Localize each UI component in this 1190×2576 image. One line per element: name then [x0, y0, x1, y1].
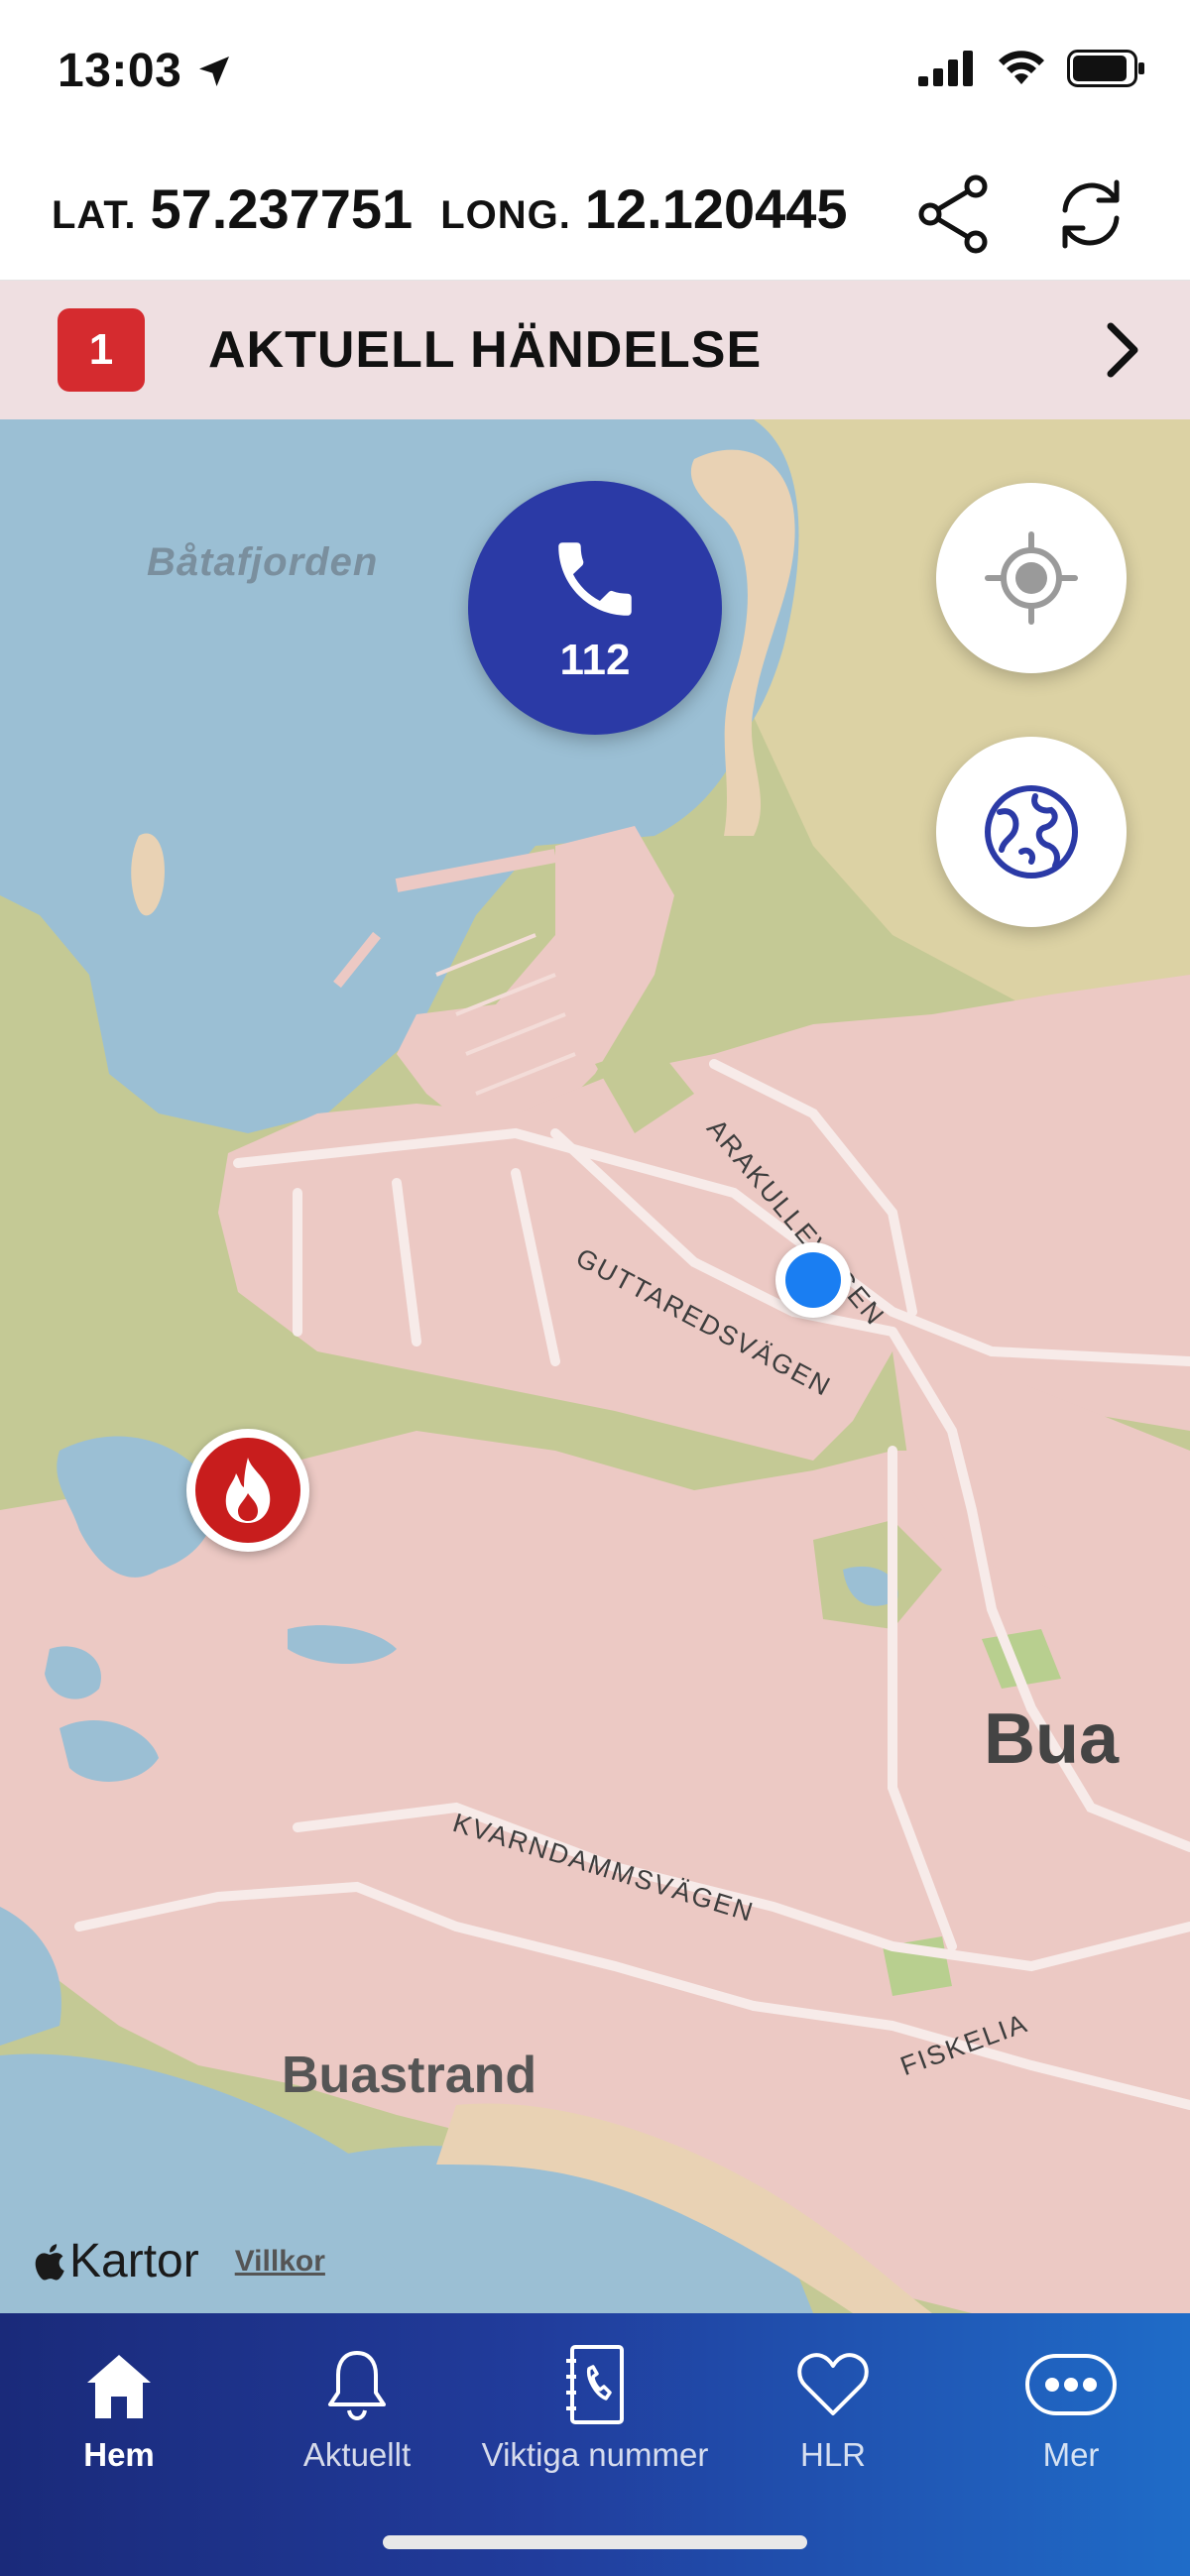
status-indicators [918, 50, 1146, 87]
town-label-bua: Bua [984, 1699, 1120, 1779]
incident-title: AKTUELL HÄNDELSE [208, 321, 763, 379]
maps-provider-label: Kartor [69, 2235, 199, 2287]
emergency-call-button[interactable]: 112 [468, 481, 722, 735]
refresh-icon [1062, 179, 1120, 249]
latitude-value: 57.237751 [150, 177, 414, 240]
chevron-right-icon [1103, 318, 1142, 387]
tab-hem[interactable]: Hem [0, 2337, 238, 2474]
water-label-batafjorden: Båtafjorden [147, 540, 379, 584]
map-type-button[interactable] [936, 737, 1127, 927]
coordinates-header: LAT. 57.237751 LONG. 12.120445 [0, 149, 1190, 282]
map-view[interactable]: Båtafjorden ARAKULLEVÄGEN GUTTAREDSVÄGEN… [0, 419, 1190, 2313]
wifi-icon [999, 51, 1044, 84]
tab-label: Mer [1042, 2436, 1100, 2473]
fire-icon [225, 1458, 271, 1523]
maps-attribution-logo: Kartor [32, 2234, 199, 2288]
phone-icon [558, 542, 632, 616]
heart-icon [797, 2353, 869, 2415]
globe-icon [985, 785, 1078, 878]
crosshair-icon [985, 531, 1078, 625]
location-arrow-icon [194, 52, 234, 96]
emergency-number: 112 [559, 636, 631, 684]
phonebook-icon [566, 2345, 624, 2424]
more-icon [1025, 2354, 1117, 2415]
place-label-buastrand: Buastrand [282, 2047, 537, 2104]
tab-label: HLR [799, 2436, 867, 2473]
battery-icon [1067, 50, 1144, 87]
latitude-label: LAT. [52, 193, 137, 237]
home-icon [87, 2355, 151, 2418]
tab-hlr[interactable]: HLR [714, 2337, 952, 2474]
longitude-value: 12.120445 [584, 177, 848, 240]
status-time: 13:03 [58, 45, 182, 97]
tab-viktiga-nummer[interactable]: Viktiga nummer [476, 2337, 714, 2474]
signal-icon [918, 51, 973, 86]
incident-count-badge: 1 [58, 308, 145, 392]
home-indicator [383, 2535, 807, 2549]
tab-label: Viktiga nummer [481, 2436, 709, 2473]
user-location-marker [775, 1242, 851, 1318]
tab-label: Hem [83, 2436, 155, 2473]
fire-incident-marker[interactable] [186, 1429, 309, 1552]
map-terms-link[interactable]: Villkor [235, 2245, 325, 2279]
tab-label: Aktuellt [302, 2436, 412, 2473]
tab-aktuellt[interactable]: Aktuellt [238, 2337, 476, 2474]
status-bar: 13:03 [0, 0, 1190, 149]
share-icon [918, 175, 988, 254]
map-attribution: Kartor Villkor [32, 2234, 325, 2288]
coordinates: LAT. 57.237751 LONG. 12.120445 [52, 176, 876, 241]
locate-me-button[interactable] [936, 483, 1127, 673]
refresh-button[interactable] [1043, 167, 1138, 262]
tab-mer[interactable]: Mer [952, 2337, 1190, 2474]
bell-icon [328, 2351, 386, 2421]
longitude-label: LONG. [440, 193, 571, 237]
apple-icon [35, 2243, 64, 2280]
current-incident-banner[interactable]: 1 AKTUELL HÄNDELSE [0, 281, 1190, 419]
share-button[interactable] [906, 167, 1002, 262]
